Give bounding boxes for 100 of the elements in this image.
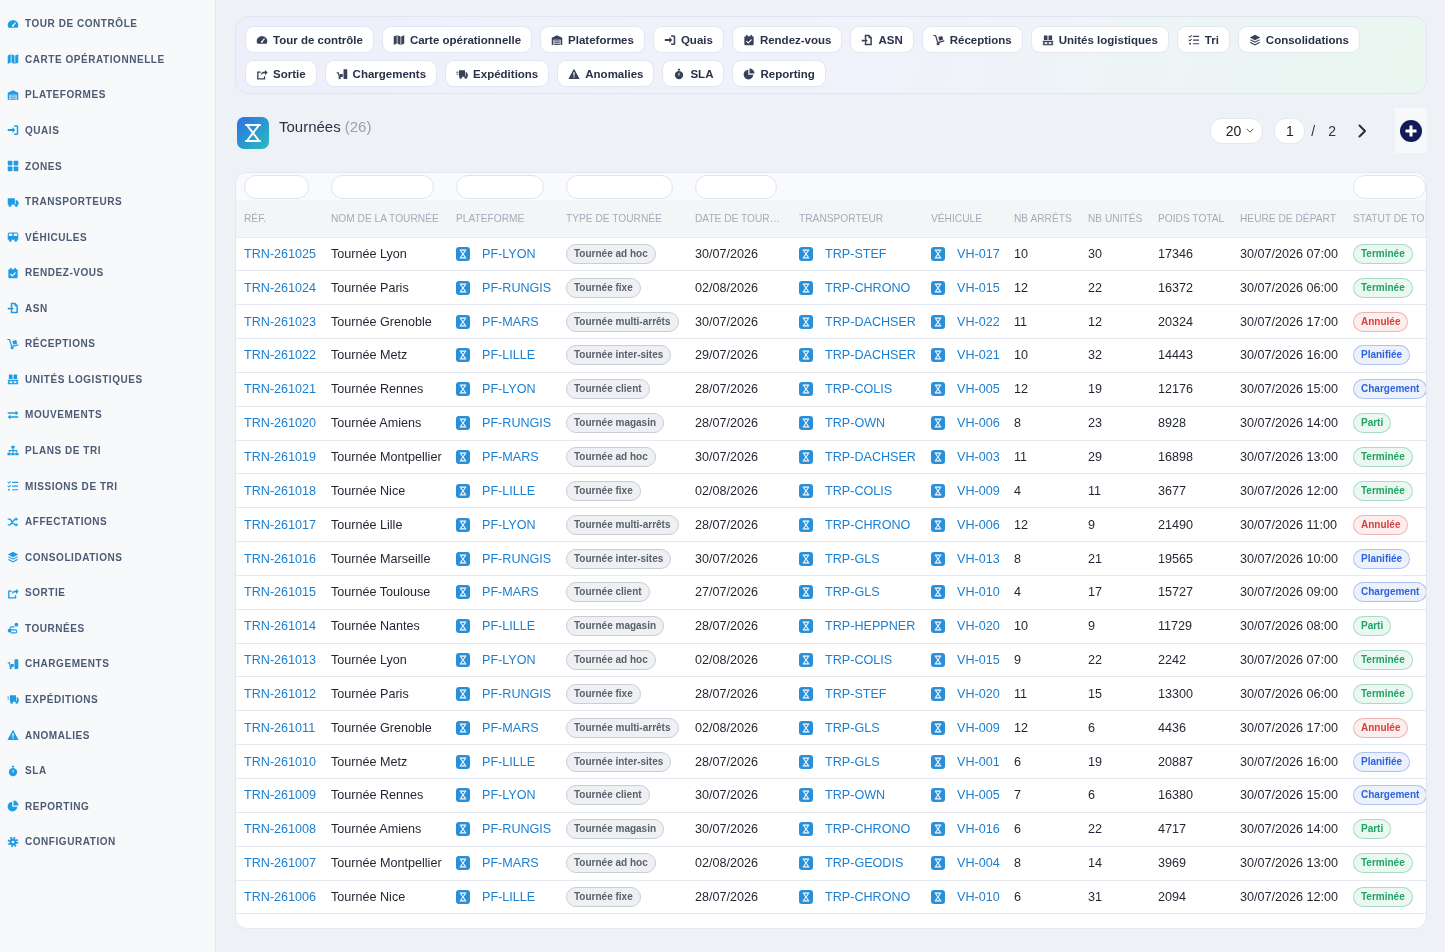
carrier-link[interactable]: TRP-COLIS <box>825 382 893 397</box>
sidebar-item[interactable]: RÉCEPTIONS <box>0 326 215 362</box>
sidebar-item[interactable]: SORTIE <box>0 575 215 611</box>
filter-field[interactable] <box>1353 175 1426 199</box>
nav-tab[interactable]: Rendez-vous <box>731 26 843 53</box>
tour-ref-link[interactable]: TRN-261020 <box>244 416 317 431</box>
sidebar-item[interactable]: VÉHICULES <box>0 219 215 255</box>
nav-tab[interactable]: Quais <box>652 26 724 53</box>
sidebar-item[interactable]: SLA <box>0 752 215 789</box>
vehicle-link[interactable]: VH-015 <box>957 653 1000 668</box>
sidebar-item[interactable]: MOUVEMENTS <box>0 397 215 433</box>
vehicle-link[interactable]: VH-020 <box>957 686 1000 701</box>
carrier-link[interactable]: TRP-OWN <box>825 416 886 431</box>
platform-link[interactable]: PF-MARS <box>482 720 539 735</box>
nav-tab[interactable]: ASN <box>850 26 914 53</box>
sidebar-item[interactable]: RENDEZ-VOUS <box>0 254 215 291</box>
platform-link[interactable]: PF-LYON <box>482 517 536 532</box>
sidebar-item[interactable]: EXPÉDITIONS <box>0 681 215 718</box>
add-button[interactable] <box>1395 108 1427 153</box>
vehicle-link[interactable]: VH-006 <box>957 416 1000 431</box>
platform-link[interactable]: PF-RUNGIS <box>482 551 552 566</box>
platform-link[interactable]: PF-MARS <box>482 585 539 600</box>
platform-link[interactable]: PF-LYON <box>482 788 536 803</box>
tour-ref-link[interactable]: TRN-261014 <box>244 619 317 634</box>
carrier-link[interactable]: TRP-CHRONO <box>825 517 911 532</box>
sidebar-item[interactable]: ZONES <box>0 148 215 184</box>
sidebar-item[interactable]: ANOMALIES <box>0 717 215 753</box>
nav-tab[interactable]: Carte opérationnelle <box>381 26 533 53</box>
nav-tab[interactable]: Plateformes <box>540 26 645 53</box>
platform-link[interactable]: PF-LYON <box>482 653 536 668</box>
carrier-link[interactable]: TRP-OWN <box>825 788 886 803</box>
carrier-link[interactable]: TRP-CHRONO <box>825 889 911 904</box>
sidebar-item[interactable]: MISSIONS DE TRI <box>0 468 215 504</box>
nav-tab[interactable]: Chargements <box>324 60 438 87</box>
tour-ref-link[interactable]: TRN-261019 <box>244 450 317 464</box>
sidebar-item[interactable]: TRANSPORTEURS <box>0 183 215 220</box>
tour-ref-link[interactable]: TRN-261009 <box>244 788 317 803</box>
platform-link[interactable]: PF-RUNGIS <box>482 686 552 701</box>
tour-ref-link[interactable]: TRN-261017 <box>244 517 317 532</box>
tour-ref-link[interactable]: TRN-261018 <box>244 483 317 498</box>
sidebar-item[interactable]: ASN <box>0 290 215 327</box>
carrier-link[interactable]: TRP-COLIS <box>825 483 893 498</box>
platform-link[interactable]: PF-LILLE <box>482 483 536 498</box>
nav-tab[interactable]: Réceptions <box>921 26 1023 53</box>
platform-link[interactable]: PF-MARS <box>482 314 539 329</box>
sidebar-item[interactable]: AFFECTATIONS <box>0 503 215 540</box>
vehicle-link[interactable]: VH-020 <box>957 619 1000 634</box>
carrier-link[interactable]: TRP-DACHSER <box>825 450 916 464</box>
platform-link[interactable]: PF-LYON <box>482 246 536 261</box>
filter-field[interactable] <box>695 175 777 199</box>
vehicle-link[interactable]: VH-001 <box>957 754 1000 769</box>
carrier-link[interactable]: TRP-STEF <box>825 686 887 701</box>
platform-link[interactable]: PF-LILLE <box>482 889 536 904</box>
tour-ref-link[interactable]: TRN-261022 <box>244 348 317 363</box>
page-size-select[interactable]: 20 <box>1210 117 1264 144</box>
carrier-link[interactable]: TRP-GLS <box>825 551 880 566</box>
sidebar-item[interactable]: CONFIGURATION <box>0 823 215 860</box>
vehicle-link[interactable]: VH-015 <box>957 280 1000 295</box>
sidebar-item[interactable]: CHARGEMENTS <box>0 646 215 682</box>
nav-tab[interactable]: Sortie <box>245 60 317 87</box>
carrier-link[interactable]: TRP-DACHSER <box>825 314 916 329</box>
tour-ref-link[interactable]: TRN-261015 <box>244 585 317 600</box>
platform-link[interactable]: PF-RUNGIS <box>482 280 552 295</box>
vehicle-link[interactable]: VH-004 <box>957 856 1000 871</box>
tour-ref-link[interactable]: TRN-261016 <box>244 551 317 566</box>
vehicle-link[interactable]: VH-013 <box>957 551 1000 566</box>
vehicle-link[interactable]: VH-016 <box>957 822 1000 837</box>
tour-ref-link[interactable]: TRN-261013 <box>244 653 317 668</box>
platform-link[interactable]: PF-MARS <box>482 856 539 871</box>
tour-ref-link[interactable]: TRN-261011 <box>244 720 316 735</box>
platform-link[interactable]: PF-RUNGIS <box>482 416 552 431</box>
vehicle-link[interactable]: VH-010 <box>957 585 1000 600</box>
tour-ref-link[interactable]: TRN-261007 <box>244 856 317 871</box>
nav-tab[interactable]: Tour de contrôle <box>245 26 374 53</box>
nav-tab[interactable]: SLA <box>662 60 725 87</box>
vehicle-link[interactable]: VH-021 <box>957 348 1000 363</box>
sidebar-item[interactable]: PLATEFORMES <box>0 77 215 113</box>
platform-link[interactable]: PF-LILLE <box>482 348 536 363</box>
carrier-link[interactable]: TRP-GLS <box>825 754 880 769</box>
filter-field[interactable] <box>331 175 434 199</box>
sidebar-item[interactable]: REPORTING <box>0 788 215 824</box>
vehicle-link[interactable]: VH-010 <box>957 889 1000 904</box>
sidebar-item[interactable]: CONSOLIDATIONS <box>0 539 215 575</box>
tour-ref-link[interactable]: TRN-261006 <box>244 889 317 904</box>
tour-ref-link[interactable]: TRN-261008 <box>244 822 317 837</box>
vehicle-link[interactable]: VH-005 <box>957 382 1000 397</box>
vehicle-link[interactable]: VH-022 <box>957 314 1000 329</box>
carrier-link[interactable]: TRP-HEPPNER <box>825 619 916 634</box>
platform-link[interactable]: PF-LILLE <box>482 619 536 634</box>
tour-ref-link[interactable]: TRN-261023 <box>244 314 317 329</box>
filter-field[interactable] <box>244 175 309 199</box>
carrier-link[interactable]: TRP-STEF <box>825 246 887 261</box>
nav-tab[interactable]: Consolidations <box>1237 26 1360 53</box>
nav-tab[interactable]: Expéditions <box>445 60 550 87</box>
vehicle-link[interactable]: VH-005 <box>957 788 1000 803</box>
nav-tab[interactable]: Tri <box>1176 26 1230 53</box>
tour-ref-link[interactable]: TRN-261021 <box>244 382 317 397</box>
filter-field[interactable] <box>456 175 544 199</box>
platform-link[interactable]: PF-LILLE <box>482 754 536 769</box>
carrier-link[interactable]: TRP-GLS <box>825 720 880 735</box>
